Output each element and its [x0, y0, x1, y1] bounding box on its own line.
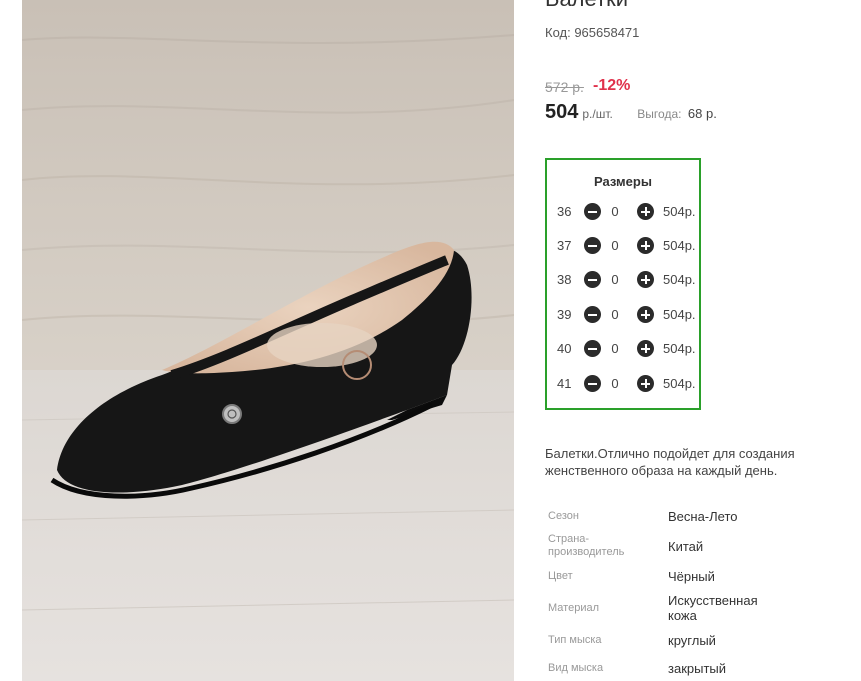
size-value: 37	[557, 238, 572, 253]
size-row: 37 0 504р.	[557, 236, 697, 256]
minus-icon[interactable]	[584, 375, 601, 392]
minus-icon[interactable]	[584, 271, 601, 288]
price-row: 504 р./шт. Выгода: 68 р.	[545, 101, 717, 124]
spec-value-country: Китай	[668, 539, 704, 554]
minus-icon[interactable]	[584, 340, 601, 357]
product-photo[interactable]	[22, 0, 514, 681]
page-margin	[0, 0, 22, 681]
quantity-value: 0	[611, 307, 619, 322]
size-price: 504р.	[663, 272, 696, 287]
size-price: 504р.	[663, 307, 696, 322]
discount-badge: -12%	[593, 77, 631, 94]
plus-icon[interactable]	[637, 271, 654, 288]
spec-value-toe-kind: закрытый	[668, 661, 727, 676]
size-value: 40	[557, 341, 572, 356]
minus-icon[interactable]	[584, 306, 601, 323]
spec-label-toe-kind: Вид мыска	[548, 662, 604, 674]
size-row: 38 0 504р.	[557, 270, 697, 290]
spec-label-toe-type: Тип мыска	[548, 634, 602, 646]
size-price: 504р.	[663, 376, 696, 391]
size-row: 36 0 504р.	[557, 202, 697, 222]
spec-value-color: Чёрный	[668, 569, 715, 584]
spec-label-country: Страна-производитель	[548, 533, 625, 558]
product-code: Код: 965658471	[545, 25, 640, 40]
minus-icon[interactable]	[584, 237, 601, 254]
quantity-value: 0	[611, 238, 619, 253]
spec-value-season: Весна-Лето	[668, 509, 738, 524]
price-unit: р./шт.	[582, 107, 613, 121]
quantity-value: 0	[611, 376, 619, 391]
plus-icon[interactable]	[637, 237, 654, 254]
size-price: 504р.	[663, 341, 696, 356]
spec-label-season: Сезон	[548, 510, 579, 522]
product-description: Балетки.Отлично подойдет для создания же…	[545, 446, 795, 478]
spec-value-toe-type: круглый	[668, 633, 716, 648]
quantity-value: 0	[611, 272, 619, 287]
size-row: 39 0 504р.	[557, 305, 697, 325]
current-price: 504	[545, 101, 579, 123]
size-value: 39	[557, 307, 572, 322]
quantity-value: 0	[611, 341, 619, 356]
quantity-value: 0	[611, 204, 619, 219]
plus-icon[interactable]	[637, 203, 654, 220]
plus-icon[interactable]	[637, 375, 654, 392]
size-row: 40 0 504р.	[557, 339, 697, 359]
sizes-panel: Размеры 36 0 504р. 37 0 504р. 38 0 504р.…	[545, 158, 701, 410]
size-value: 38	[557, 272, 572, 287]
size-value: 36	[557, 204, 572, 219]
product-image	[22, 0, 514, 681]
sizes-title: Размеры	[594, 174, 652, 189]
spec-label-material: Материал	[548, 602, 599, 614]
size-price: 504р.	[663, 238, 696, 253]
plus-icon[interactable]	[637, 306, 654, 323]
size-row: 41 0 504р.	[557, 374, 697, 394]
plus-icon[interactable]	[637, 340, 654, 357]
savings-label: Выгода:	[637, 107, 682, 121]
size-value: 41	[557, 376, 572, 391]
size-price: 504р.	[663, 204, 696, 219]
spec-value-material: Искусственная кожа	[668, 593, 758, 623]
spec-label-color: Цвет	[548, 570, 573, 582]
product-title: Балетки	[545, 0, 628, 12]
savings-value: 68 р.	[687, 106, 717, 121]
minus-icon[interactable]	[584, 203, 601, 220]
old-price: 572 р.	[545, 79, 584, 95]
